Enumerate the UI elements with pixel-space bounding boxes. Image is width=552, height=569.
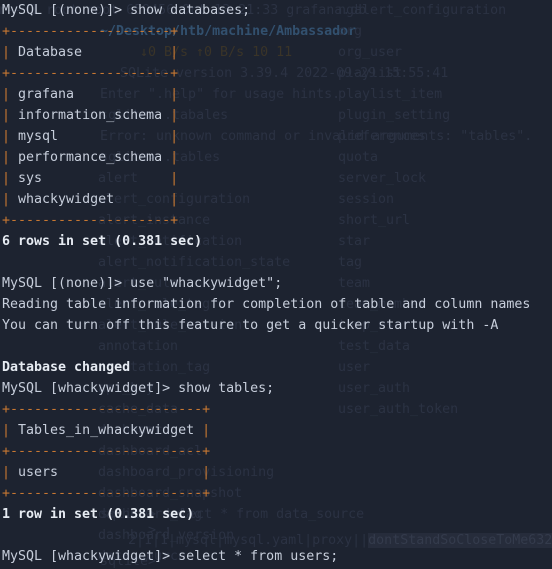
table-border-pipe: | xyxy=(2,45,11,60)
table-border-pipe: | xyxy=(170,87,179,102)
command-show-databases: show databases; xyxy=(130,3,251,18)
cell-text: sys xyxy=(10,171,171,186)
cell-text: Database xyxy=(10,45,171,60)
prompt-none: MySQL [(none)]> xyxy=(2,3,131,18)
table-border-pipe: | xyxy=(170,129,179,144)
command-show-tables: show tables; xyxy=(178,381,275,396)
table-border-pipe: | xyxy=(2,423,11,438)
table-border-pipe: | xyxy=(2,150,11,165)
db-table-row: | grafana | xyxy=(2,84,178,105)
msg-reading-table-info: Reading table information for completion… xyxy=(2,297,531,312)
tables-rule-bottom: +------------------------+ xyxy=(2,486,211,501)
cell-text: Tables_in_whackywidget xyxy=(10,423,203,438)
db-table-rule-mid: +--------------------+ xyxy=(2,66,179,81)
prompt-db: MySQL [whackywidget]> xyxy=(2,549,179,564)
tables-rule-top: +------------------------+ xyxy=(2,402,211,417)
cell-text: whackywidget xyxy=(10,192,171,207)
db-table-row: | mysql | xyxy=(2,126,178,147)
msg-database-changed: Database changed xyxy=(2,360,131,375)
tables-row: | users | xyxy=(2,462,210,483)
db-table-rule-top: +--------------------+ xyxy=(2,24,179,39)
prompt-line-select-users: MySQL [whackywidget]> select * from user… xyxy=(2,546,338,567)
table-border-pipe: | xyxy=(2,108,11,123)
db-table-header: | Database | xyxy=(2,42,178,63)
db-table-rule-bottom: +--------------------+ xyxy=(2,213,179,228)
table-border-pipe: | xyxy=(202,465,211,480)
table-border-pipe: | xyxy=(202,423,211,438)
table-border-pipe: | xyxy=(2,87,11,102)
cell-text: information_schema xyxy=(10,108,171,123)
table-border-pipe: | xyxy=(2,171,11,186)
table-border-pipe: | xyxy=(2,465,11,480)
prompt-none: MySQL [(none)]> xyxy=(2,276,131,291)
table-border-pipe: | xyxy=(170,108,179,123)
cell-text: grafana xyxy=(10,87,171,102)
terminal-window[interactable]: -rw-r--r-- 1 root root 659456 Oct 13 21:… xyxy=(0,0,552,569)
prompt-line-show-databases: MySQL [(none)]> show databases; xyxy=(2,0,250,21)
tables-header: | Tables_in_whackywidget | xyxy=(2,420,210,441)
tables-rows-footer: 1 row in set (0.381 sec) xyxy=(2,507,195,522)
tables-rule-mid: +------------------------+ xyxy=(2,444,211,459)
db-table-row: | performance_schema | xyxy=(2,147,178,168)
table-border-pipe: | xyxy=(170,45,179,60)
terminal-output: MySQL [(none)]> show databases; +-------… xyxy=(0,0,552,569)
table-border-pipe: | xyxy=(170,192,179,207)
command-use-db: use "whackywidget"; xyxy=(130,276,283,291)
db-table-row: | information_schema | xyxy=(2,105,178,126)
cell-text: performance_schema xyxy=(10,150,171,165)
table-border-pipe: | xyxy=(2,129,11,144)
db-table-row: | sys | xyxy=(2,168,178,189)
command-select-users: select * from users; xyxy=(178,549,339,564)
prompt-line-show-tables: MySQL [whackywidget]> show tables; xyxy=(2,378,274,399)
msg-turn-off-feature: You can turn off this feature to get a q… xyxy=(2,318,499,333)
prompt-line-use-db: MySQL [(none)]> use "whackywidget"; xyxy=(2,273,282,294)
db-rows-footer: 6 rows in set (0.381 sec) xyxy=(2,234,203,249)
table-border-pipe: | xyxy=(2,192,11,207)
prompt-db: MySQL [whackywidget]> xyxy=(2,381,179,396)
cell-text: users xyxy=(10,465,203,480)
cell-text: mysql xyxy=(10,129,171,144)
table-border-pipe: | xyxy=(170,171,179,186)
db-table-row: | whackywidget | xyxy=(2,189,178,210)
table-border-pipe: | xyxy=(170,150,179,165)
